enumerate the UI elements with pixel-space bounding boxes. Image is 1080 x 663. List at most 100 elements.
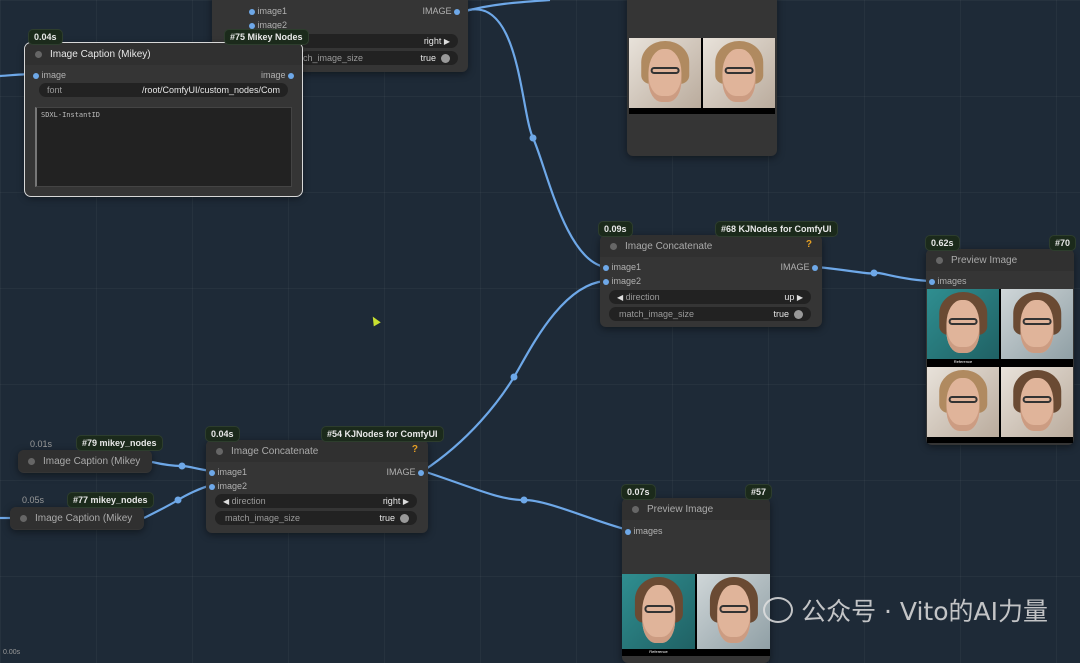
preview-image-grid: [629, 38, 775, 114]
input-image2[interactable]: image2: [603, 276, 641, 286]
node-preview-image-57[interactable]: Preview Image images Reference: [622, 498, 770, 663]
toggle-icon: [794, 309, 803, 319]
direction-combo[interactable]: right ▶: [300, 34, 458, 48]
wire-top-to-concat68: [461, 8, 606, 269]
wire-concat54-to-preview57: [422, 469, 629, 532]
node-status-dot[interactable]: [632, 505, 639, 513]
node-header[interactable]: Preview Image: [926, 249, 1074, 271]
input-socket[interactable]: [33, 72, 39, 79]
node-title: Image Caption (Mikey): [50, 48, 151, 60]
output-image[interactable]: IMAGE: [386, 467, 424, 477]
node-time-badge: 0.62s: [925, 235, 960, 251]
help-icon[interactable]: ?: [412, 444, 418, 455]
output-socket[interactable]: [288, 72, 294, 79]
arrow-right-icon[interactable]: ▶: [797, 293, 803, 302]
font-path-field[interactable]: font/root/ComfyUI/custom_nodes/Com: [39, 83, 288, 97]
node-image-caption-79[interactable]: Image Caption (Mikey: [18, 450, 152, 473]
wire-concat68-to-preview70: [815, 265, 931, 283]
direction-combo[interactable]: ◀ direction right ▶: [215, 494, 417, 508]
input-image1[interactable]: image1: [249, 6, 287, 16]
node-id-badge: #79 mikey_nodes: [76, 435, 163, 451]
input-socket[interactable]: [209, 483, 215, 490]
arrow-left-icon[interactable]: ◀: [617, 293, 623, 302]
output-socket[interactable]: [812, 264, 818, 271]
node-status-dot[interactable]: [216, 447, 223, 455]
node-status-dot[interactable]: [20, 514, 27, 522]
node-title: Preview Image: [951, 254, 1018, 266]
node-image-caption-75[interactable]: Image Caption (Mikey) image image font/r…: [24, 42, 303, 197]
node-header[interactable]: Image Caption (Mikey): [25, 43, 302, 65]
arrow-left-icon[interactable]: ◀: [223, 497, 229, 506]
node-time-badge: 0.04s: [205, 426, 240, 442]
match-image-size-toggle[interactable]: match_image_size true: [609, 307, 811, 321]
arrow-right-icon[interactable]: ▶: [444, 37, 450, 46]
node-status-dot[interactable]: [610, 242, 617, 250]
match-image-size-toggle[interactable]: match_image_size true: [215, 511, 417, 525]
preview-image-grid: Reference: [622, 574, 770, 656]
input-image1[interactable]: image1: [603, 262, 641, 272]
help-icon[interactable]: ?: [806, 239, 812, 250]
input-socket[interactable]: [603, 278, 609, 285]
node-header[interactable]: Preview Image: [622, 498, 770, 520]
node-time-badge: 0.01s: [30, 439, 53, 449]
toggle-icon: [400, 513, 409, 523]
reroute-dot: [870, 269, 878, 277]
input-socket[interactable]: [625, 528, 631, 535]
node-status-dot[interactable]: [936, 256, 943, 264]
caption-textarea[interactable]: SDXL-InstantID: [35, 107, 292, 187]
reroute-dot: [174, 496, 182, 504]
node-id-badge: #68 KJNodes for ComfyUI: [715, 221, 838, 237]
reroute-dot: [178, 462, 186, 470]
preview-thumbnail: [629, 38, 701, 114]
reroute-dot: [520, 496, 528, 504]
node-image-concatenate-68[interactable]: Image Concatenate? image1 image2 IMAGE ◀…: [600, 235, 822, 327]
node-status-dot[interactable]: [35, 50, 42, 58]
node-id-badge: #54 KJNodes for ComfyUI: [321, 426, 444, 442]
preview-thumbnail: [703, 38, 775, 114]
node-header[interactable]: Image Concatenate?: [600, 235, 822, 257]
watermark: 公众号 · Vito的AI力量: [763, 592, 1048, 628]
node-title: Image Caption (Mikey: [43, 455, 141, 467]
output-image[interactable]: image: [261, 70, 294, 80]
input-images[interactable]: images: [929, 276, 967, 286]
node-time-badge: 0.05s: [22, 495, 45, 505]
preview-thumbnail: [697, 574, 770, 656]
input-socket[interactable]: [249, 8, 255, 15]
node-id-badge: #75 Mikey Nodes: [224, 29, 309, 45]
input-socket[interactable]: [603, 264, 609, 271]
output-socket[interactable]: [418, 469, 424, 476]
node-header[interactable]: Image Caption (Mikey: [10, 507, 144, 529]
node-id-badge: #70: [1049, 235, 1077, 251]
mouse-cursor-icon: [369, 314, 381, 327]
node-image-concatenate-54[interactable]: Image Concatenate? image1 image2 IMAGE ◀…: [206, 440, 428, 533]
arrow-right-icon[interactable]: ▶: [403, 497, 409, 506]
input-image1[interactable]: image1: [209, 467, 247, 477]
direction-combo[interactable]: ◀ direction up ▶: [609, 290, 811, 304]
node-header[interactable]: Image Concatenate?: [206, 440, 428, 462]
node-title: Image Concatenate: [231, 445, 319, 457]
reroute-dot: [529, 134, 537, 142]
match-image-size-toggle[interactable]: match_image_size true: [288, 51, 458, 65]
input-socket[interactable]: [209, 469, 215, 476]
node-preview-image-70[interactable]: Preview Image images Reference: [926, 249, 1074, 445]
node-id-badge: #77 mikey_nodes: [67, 492, 154, 508]
node-image-caption-77[interactable]: Image Caption (Mikey: [10, 507, 144, 530]
input-images[interactable]: images: [625, 526, 663, 536]
canvas-corner-time: 0.00s: [3, 649, 21, 656]
input-socket[interactable]: [249, 22, 255, 29]
node-header[interactable]: Image Caption (Mikey: [18, 450, 152, 472]
output-image[interactable]: IMAGE: [780, 262, 818, 272]
preview-thumbnail: Reference: [927, 289, 999, 365]
watermark-text: 公众号 · Vito的AI力量: [801, 597, 1048, 626]
node-title: Preview Image: [647, 503, 714, 515]
wechat-logo-icon: [763, 597, 794, 623]
output-image[interactable]: IMAGE: [422, 6, 460, 16]
input-image2[interactable]: image2: [209, 481, 247, 491]
reroute-dot: [510, 373, 518, 381]
input-socket[interactable]: [929, 278, 935, 285]
input-image[interactable]: image: [33, 70, 66, 80]
wire-caption79-to-concat54: [151, 460, 213, 473]
output-socket[interactable]: [454, 8, 460, 15]
node-status-dot[interactable]: [28, 457, 35, 465]
node-preview-top[interactable]: [627, 0, 777, 156]
